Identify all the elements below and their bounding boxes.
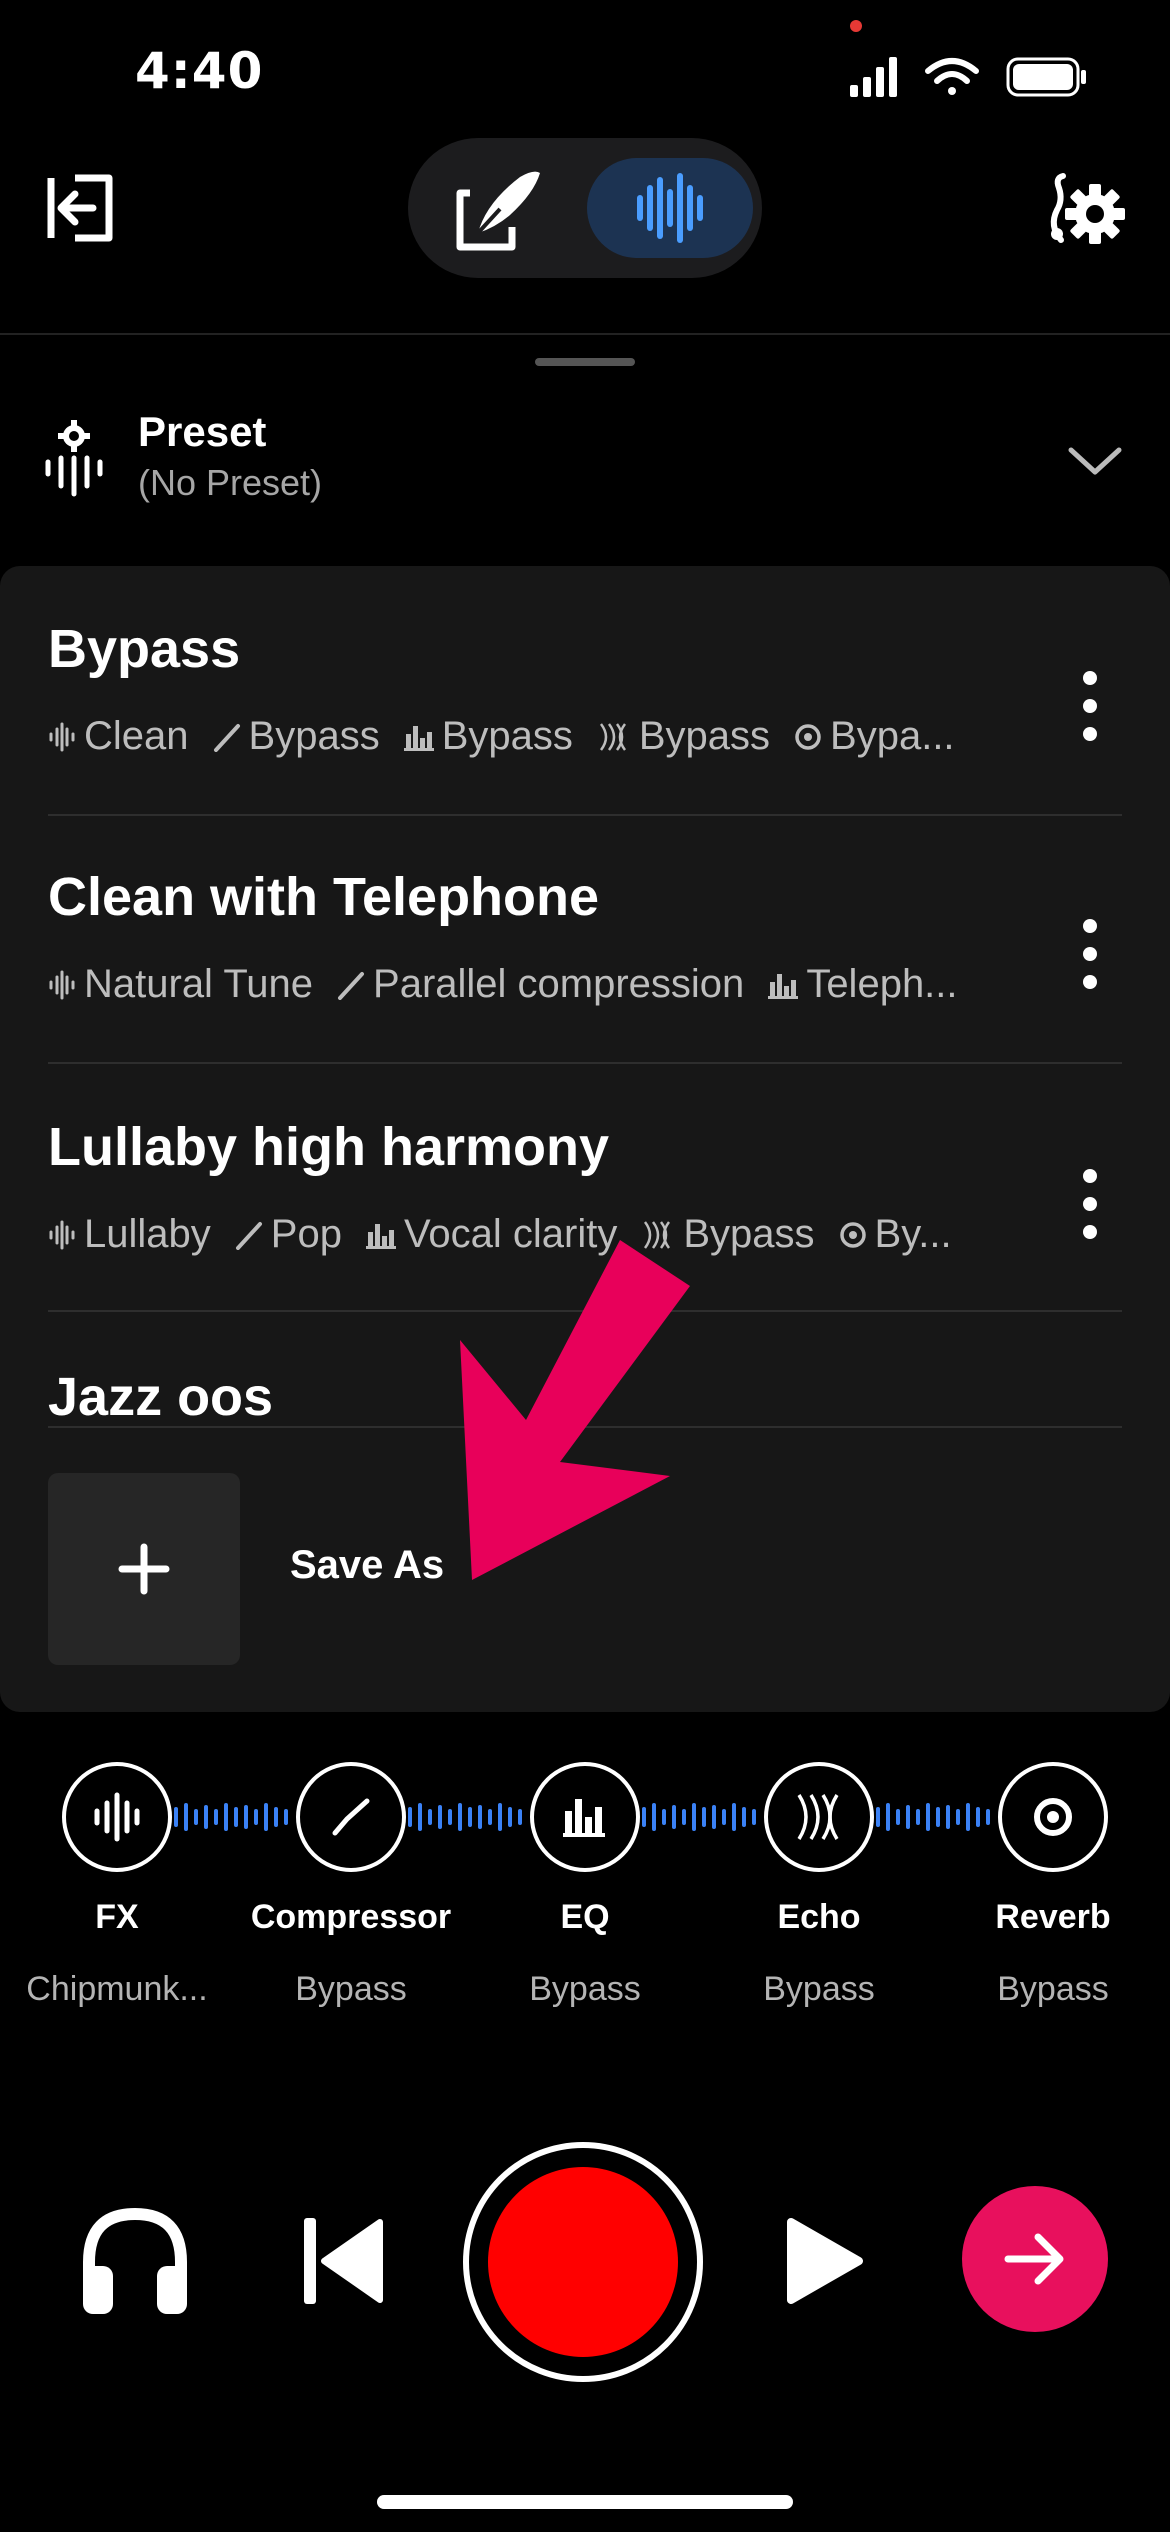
chain-label-eq: EQ <box>560 1898 610 1936</box>
tag-eq: Teleph... <box>768 962 958 1007</box>
fx-icon <box>49 1220 75 1249</box>
tag-compressor: Parallel compression <box>337 962 744 1007</box>
record-button-core[interactable] <box>488 2167 678 2357</box>
headphones-icon[interactable] <box>75 2200 195 2320</box>
wifi-icon <box>925 58 979 95</box>
echo-node-button[interactable] <box>764 1762 874 1872</box>
skip-back-icon[interactable] <box>302 2216 384 2306</box>
preset-subtitle: (No Preset) <box>138 462 323 503</box>
chain-value-echo: Bypass <box>763 1970 875 2008</box>
chain-waveform <box>876 1803 990 1831</box>
status-icons <box>850 57 1086 97</box>
fx-icon <box>94 1792 140 1842</box>
preset-title: Preset <box>138 408 267 455</box>
plus-icon <box>118 1543 170 1595</box>
chain-label-fx: FX <box>95 1898 139 1936</box>
compressor-node-button[interactable] <box>296 1762 406 1872</box>
battery-icon <box>1006 57 1086 97</box>
more-options-icon[interactable] <box>1065 666 1115 746</box>
eq-icon <box>403 725 434 751</box>
chain-value-reverb: Bypass <box>997 1970 1109 2008</box>
signal-icon <box>850 57 897 97</box>
preset-item-title[interactable]: Bypass <box>48 618 240 680</box>
eq-icon <box>768 973 799 999</box>
eq-icon <box>563 1799 605 1837</box>
preset-mic-gear-icon <box>45 420 103 497</box>
chain-waveform <box>174 1803 288 1831</box>
preset-item-title[interactable]: Clean with Telephone <box>48 866 599 928</box>
list-divider <box>48 814 1122 816</box>
tag-echo: Bypass <box>597 714 770 759</box>
reverb-icon <box>839 1221 866 1248</box>
preset-item-tags: Natural Tune Parallel compression Teleph… <box>48 962 1038 1007</box>
save-as-label[interactable]: Save As <box>290 1543 444 1588</box>
chain-value-fx: Chipmunk... <box>26 1970 208 2008</box>
chevron-down-icon[interactable] <box>1065 440 1125 480</box>
home-indicator[interactable] <box>377 2495 793 2509</box>
annotation-arrow <box>460 1240 690 1580</box>
compressor-icon <box>338 971 365 1000</box>
tag-fx: Clean <box>48 714 189 759</box>
preset-item-tags: Clean Bypass Bypass Bypass Bypa... <box>48 714 1038 759</box>
tag-fx: Lullaby <box>48 1212 211 1257</box>
eq-node-button[interactable] <box>530 1762 640 1872</box>
tag-eq: Bypass <box>403 714 573 759</box>
next-step-button[interactable] <box>962 2186 1108 2332</box>
tag-compressor: Bypass <box>213 714 380 759</box>
more-options-icon[interactable] <box>1065 1164 1115 1244</box>
tag-compressor: Pop <box>235 1212 342 1257</box>
status-time: 4:40 <box>135 42 264 100</box>
eq-icon <box>365 1223 396 1249</box>
echo-icon <box>797 1794 839 1840</box>
chain-label-echo: Echo <box>777 1898 861 1936</box>
preset-item-title[interactable]: Jazz oos <box>48 1366 273 1428</box>
more-options-icon[interactable] <box>1065 914 1115 994</box>
chain-value-eq: Bypass <box>529 1970 641 2008</box>
compressor-icon <box>235 1221 262 1250</box>
audio-settings-gear-icon[interactable] <box>1045 170 1127 252</box>
chain-waveform <box>408 1803 522 1831</box>
tag-reverb: Bypa... <box>794 714 955 759</box>
arrow-right-icon <box>1004 2233 1064 2285</box>
save-as-button[interactable] <box>48 1473 240 1665</box>
top-divider <box>0 333 1170 335</box>
edit-lyrics-icon[interactable] <box>440 163 560 253</box>
fx-icon <box>49 970 75 999</box>
play-icon[interactable] <box>785 2216 865 2306</box>
reverb-node-button[interactable] <box>998 1762 1108 1872</box>
compressor-icon <box>213 723 240 752</box>
fx-node-button[interactable] <box>62 1762 172 1872</box>
chain-label-reverb: Reverb <box>995 1898 1111 1936</box>
chain-waveform <box>642 1803 756 1831</box>
chain-label-compressor: Compressor <box>250 1898 452 1936</box>
reverb-icon <box>1034 1798 1072 1836</box>
reverb-icon <box>795 723 821 750</box>
waveform-icon <box>637 173 703 243</box>
tag-reverb: By... <box>839 1212 952 1257</box>
fx-icon <box>49 722 75 751</box>
sheet-grabber[interactable] <box>535 358 635 366</box>
list-divider <box>48 1062 1122 1064</box>
audio-mode-tab[interactable] <box>587 158 753 258</box>
tag-fx: Natural Tune <box>48 962 313 1007</box>
chain-value-compressor: Bypass <box>295 1970 407 2008</box>
recording-indicator-dot <box>850 20 862 32</box>
echo-icon <box>599 722 626 751</box>
exit-icon[interactable] <box>45 172 117 244</box>
compressor-icon <box>332 1798 370 1836</box>
preset-item-title[interactable]: Lullaby high harmony <box>48 1116 609 1178</box>
